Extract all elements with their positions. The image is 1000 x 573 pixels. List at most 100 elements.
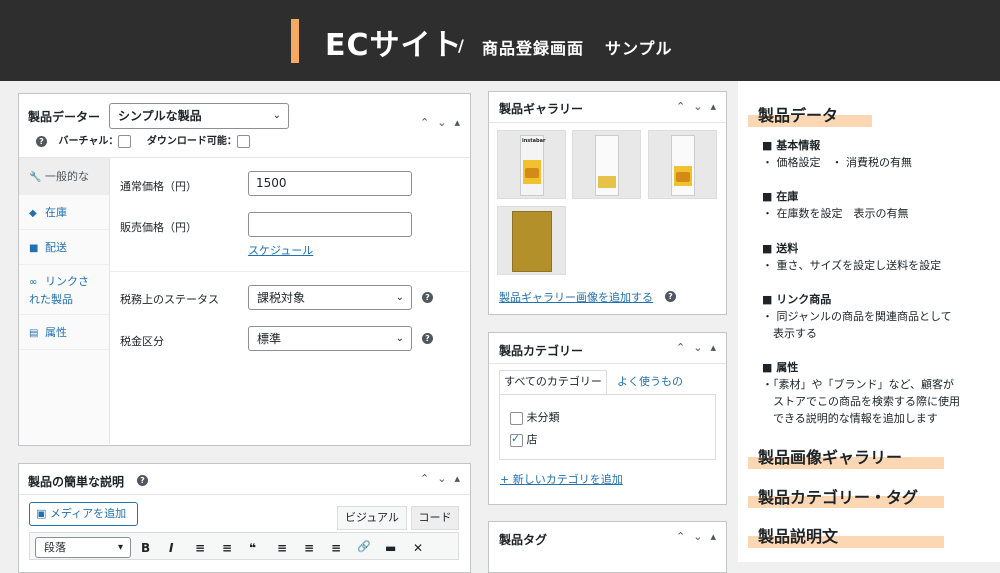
gallery-thumbnail[interactable]: instabar [497,130,566,199]
short-description-title: 製品の簡単な説明 [28,475,125,489]
tag-icon: ◆ [29,208,37,219]
help-icon[interactable]: ? [137,475,148,486]
tab-linked-products[interactable]: ∞ リンクさ れた製品 [19,265,109,315]
gallery-thumbnail[interactable] [648,130,717,199]
move-down-icon[interactable]: ⌄ [693,530,702,543]
move-down-icon[interactable]: ⌄ [693,341,702,354]
product-type-value: シンプルな製品 [118,109,202,123]
add-new-category-link[interactable]: + 新しいカテゴリを追加 [500,471,623,487]
chevron-down-icon: ⌄ [272,110,281,121]
side-section-inventory: ■ 在庫 ・ 在庫数を設定 表示の有無 [762,190,909,220]
product-data-box: 製品データー シンプルな製品 ⌄ ? バーチャル： ダウンロード可能： ⌃ ⌄ ▴ … [18,93,471,446]
gallery-thumbnail[interactable] [572,130,641,199]
move-up-icon[interactable]: ⌃ [420,472,429,485]
product-tags-box: 製品タグ ⌃ ⌄ ▴ [488,521,727,573]
link-icon: ∞ [29,277,38,288]
media-icon: ▣ [36,507,47,520]
box-controls: ⌃ ⌄ ▴ [668,341,716,354]
truck-icon: ■ [29,243,39,254]
blockquote-button[interactable]: ❝ [249,541,256,555]
product-package-image: instabar [520,135,545,196]
banner-subtitle-sample: サンプル [605,39,673,58]
product-data-tabs: 🔧 一般的な ◆ 在庫 ■ 配送 ∞ リンクさ れた製品 ▤ 属性 [19,158,110,444]
gallery-thumbnail[interactable] [497,206,566,275]
tab-all-categories[interactable]: すべてのカテゴリー [499,370,607,394]
banner-separator: / [458,36,464,55]
box-controls: ⌃ ⌄ ▴ [668,530,716,543]
list-icon: ▤ [29,328,39,339]
help-icon[interactable]: ? [422,292,433,303]
align-right-button[interactable]: ≡ [331,541,341,555]
tax-class-select[interactable]: 標準 ⌄ [248,326,412,351]
side-heading-gallery: 製品画像ギャラリー [758,448,903,467]
category-checkbox[interactable] [510,432,523,447]
collapse-icon[interactable]: ▴ [710,100,716,113]
help-icon[interactable]: ? [665,291,676,302]
italic-button[interactable]: I [169,541,173,555]
move-up-icon[interactable]: ⌃ [676,100,685,113]
read-more-button[interactable]: ▬ [385,541,396,555]
downloadable-checkbox[interactable] [236,134,250,148]
product-package-image [671,135,695,196]
format-select[interactable]: 段落 ▾ [35,537,131,558]
move-up-icon[interactable]: ⌃ [676,530,685,543]
tab-popular-categories[interactable]: よく使うもの [617,370,683,394]
bold-button[interactable]: B [141,541,150,555]
regular-price-label: 通常価格（円） [120,180,197,193]
tax-status-label: 税務上のステータス [120,293,219,306]
collapse-icon[interactable]: ▴ [454,116,460,129]
sale-price-label: 販売価格（円） [120,221,197,234]
fullscreen-button[interactable]: ✕ [413,541,423,555]
tab-general[interactable]: 🔧 一般的な [19,158,109,195]
side-section-basic: ■ 基本情報 ・ 価格設定 ・ 消費税の有無 [762,139,912,169]
move-up-icon[interactable]: ⌃ [676,341,685,354]
category-checkbox[interactable] [510,411,523,425]
product-tags-title: 製品タグ [499,533,548,547]
product-gallery-box: 製品ギャラリー ⌃ ⌄ ▴ instabar 製品ギャラリー画像を追加する ? [488,91,727,315]
tab-shipping[interactable]: ■ 配送 [19,230,109,265]
move-down-icon[interactable]: ⌄ [693,100,702,113]
category-item[interactable]: 店 [510,431,538,447]
help-icon[interactable]: ? [422,333,433,344]
box-controls: ⌃ ⌄ ▴ [412,116,460,129]
tab-visual[interactable]: ビジュアル [337,506,407,530]
align-left-button[interactable]: ≡ [277,541,287,555]
tab-code[interactable]: コード [411,506,459,530]
collapse-icon[interactable]: ▴ [710,341,716,354]
banner-subtitle: 商品登録画面 [482,39,585,58]
tax-status-select[interactable]: 課税対象 ⌄ [248,285,412,310]
category-item[interactable]: 未分類 [510,409,560,425]
side-section-linked: ■ リンク商品 ・ 同ジャンルの商品を関連商品として 表示する [762,293,952,340]
tax-class-label: 税金区分 [120,335,164,348]
schedule-link[interactable]: スケジュール [248,242,313,258]
side-heading-product-data: 製品データ [758,106,839,125]
move-down-icon[interactable]: ⌄ [437,116,446,129]
add-gallery-images-link[interactable]: 製品ギャラリー画像を追加する [499,289,653,305]
add-media-button[interactable]: ▣ メディアを追加 [29,502,138,526]
category-list: 未分類 店 [499,394,716,460]
move-down-icon[interactable]: ⌄ [437,472,446,485]
side-section-attributes: ■ 属性 ・「素材」や「ブランド」など、顧客が ストアでこの商品を検索する際に使… [762,361,960,425]
side-heading-description: 製品説明文 [758,527,839,546]
download-label: ダウンロード可能： [146,136,237,147]
virtual-label: バーチャル： [58,136,119,147]
tab-inventory[interactable]: ◆ 在庫 [19,195,109,230]
help-icon[interactable]: ? [36,136,47,147]
link-button[interactable]: 🔗 [357,540,371,553]
numbered-list-button[interactable]: ≡ [222,541,232,555]
align-center-button[interactable]: ≡ [304,541,314,555]
sale-price-input[interactable] [248,212,412,237]
collapse-icon[interactable]: ▴ [454,472,460,485]
product-package-image [512,211,552,272]
collapse-icon[interactable]: ▴ [710,530,716,543]
box-controls: ⌃ ⌄ ▴ [412,472,460,485]
bulleted-list-button[interactable]: ≡ [195,541,205,555]
tab-attributes[interactable]: ▤ 属性 [19,315,109,350]
box-controls: ⌃ ⌄ ▴ [668,100,716,113]
product-type-select[interactable]: シンプルな製品 ⌄ [109,103,289,129]
wrench-icon: 🔧 [29,172,42,183]
regular-price-input[interactable]: 1500 [248,171,412,196]
virtual-checkbox[interactable] [118,134,132,148]
chevron-down-icon: ⌄ [395,333,404,344]
move-up-icon[interactable]: ⌃ [420,116,429,129]
